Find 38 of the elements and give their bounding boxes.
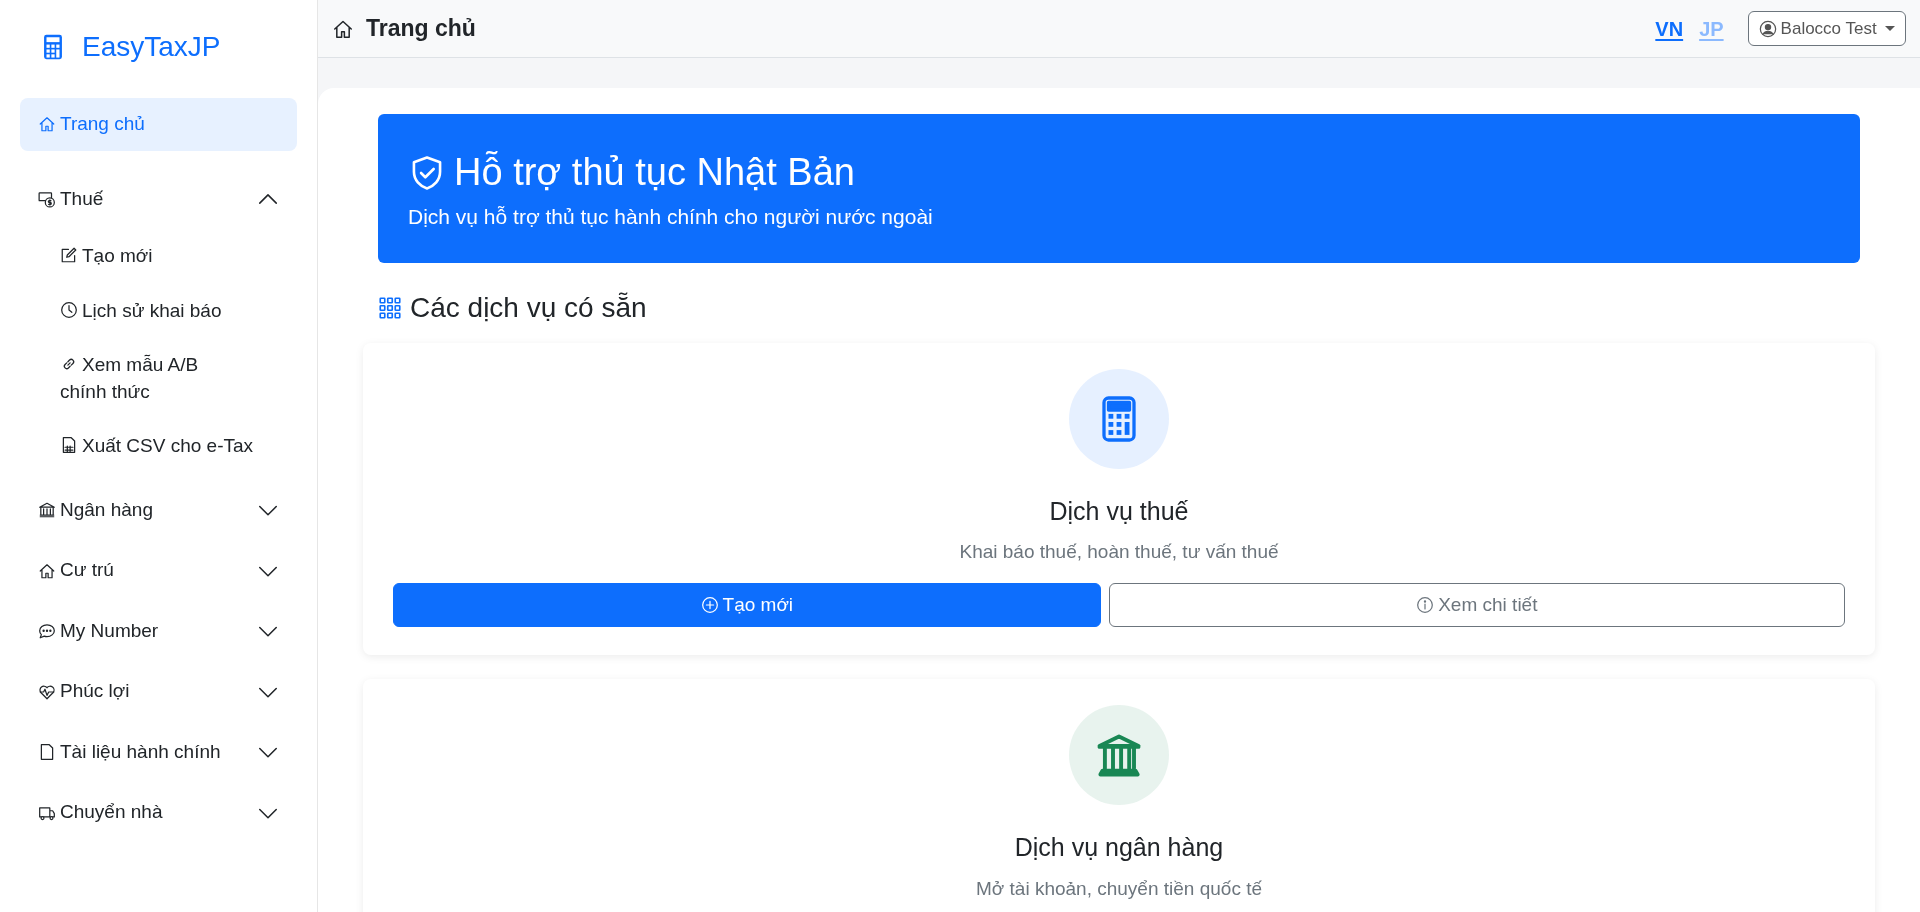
info-icon (1416, 595, 1435, 614)
file-icon (38, 743, 56, 762)
menu-group-toggle[interactable]: Tài liệu hành chính (20, 725, 297, 779)
grid-icon (378, 295, 402, 320)
create-button[interactable]: Tạo mới (393, 582, 1101, 627)
menu-group-toggle[interactable]: Cư trú (20, 544, 297, 597)
user-avatar-icon (1758, 19, 1777, 38)
submenu-item[interactable]: Tạo mới (20, 229, 297, 284)
edit-icon (60, 246, 78, 264)
menu-group-toggle[interactable]: Chuyển nhà (20, 786, 297, 839)
service-title: Dịch vụ thuế (1048, 495, 1190, 527)
menu-group-toggle[interactable]: Thuế (20, 172, 297, 225)
menu-group-toggle[interactable]: Phúc lợi (20, 665, 297, 718)
sidebar-item[interactable]: Trang chủ (20, 98, 297, 151)
banner-title: Hỗ trợ thủ tục Nhật Bản (454, 150, 855, 195)
language-link[interactable]: VN (1655, 13, 1684, 44)
menu-group-toggle[interactable]: My Number (20, 604, 297, 658)
chat-icon (38, 622, 56, 641)
bank-icon (38, 501, 56, 520)
submenu-item[interactable]: Lịch sử khai báo (20, 283, 297, 339)
page-title: Trang chủ (366, 14, 476, 44)
spreadsheet-file-icon (60, 436, 78, 455)
service-title: Dịch vụ ngân hàng (1013, 832, 1225, 863)
submenu-item[interactable]: Xuất CSV cho e-Tax (20, 419, 297, 474)
brand-name: EasyTaxJP (82, 30, 221, 64)
clock-icon (60, 300, 78, 319)
house-icon (38, 561, 56, 580)
section-title: Các dịch vụ có sẵn (410, 290, 647, 325)
submenu-item[interactable]: Xem mẫu A/B chính thức (20, 338, 235, 420)
details-button[interactable]: Xem chi tiết (1108, 582, 1845, 627)
home-icon (38, 115, 56, 134)
user-menu-button[interactable]: Balocco Test (1747, 10, 1906, 47)
plus-circle-icon (700, 595, 719, 614)
money-icon (38, 189, 56, 208)
service-description: Khai báo thuế, hoàn thuế, tư vấn thuế (958, 540, 1280, 564)
banner-subtitle: Dịch vụ hỗ trợ thủ tục hành chính cho người nước ngoài (408, 204, 934, 230)
menu-group-toggle[interactable]: Ngân hàng (20, 483, 297, 537)
service-description: Mở tài khoản, chuyển tiền quốc tế (975, 876, 1263, 901)
